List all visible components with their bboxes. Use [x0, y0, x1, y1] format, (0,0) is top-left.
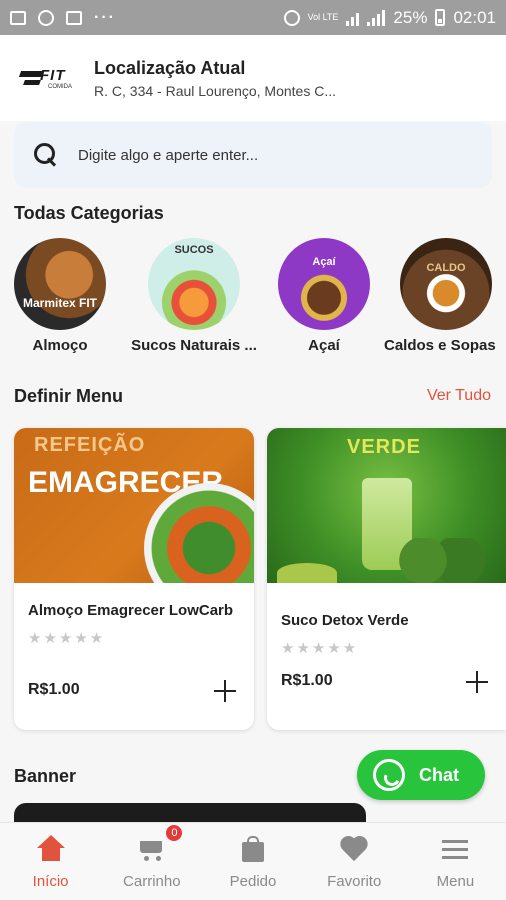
network-type: Vol LTE	[307, 12, 339, 22]
wifi-icon	[346, 10, 360, 26]
category-almoco[interactable]: Marmitex FIT Almoço	[14, 238, 106, 354]
product-name: Suco Detox Verde	[281, 612, 409, 629]
gallery-notification-icon	[10, 10, 26, 25]
category-almoco-image: Marmitex FIT	[14, 238, 106, 330]
see-all-link[interactable]: Ver Tudo	[427, 387, 491, 405]
cart-count-badge: 0	[164, 823, 185, 843]
product-price: R$1.00	[281, 672, 333, 689]
category-caldos[interactable]: CALDO Caldos e Sopas	[384, 238, 496, 354]
nav-label: Favorito	[327, 873, 382, 890]
battery-percent: 25%	[393, 7, 428, 27]
search-bar[interactable]	[14, 122, 492, 188]
menu-title: Definir Menu	[14, 386, 124, 406]
category-label: Sucos Naturais ...	[131, 337, 257, 354]
nav-label: Menu	[436, 873, 475, 890]
location-header[interactable]: FIT COMIDA Localização Atual R. C, 334 -…	[0, 35, 506, 121]
category-label: Almoço	[32, 337, 88, 354]
category-acai-image: Açaí	[278, 238, 370, 330]
product-card[interactable]: VERDE Suco Detox Verde ★★★★★ R$1.00	[267, 428, 506, 730]
nav-carrinho[interactable]: 0 Carrinho	[101, 823, 202, 900]
cart-icon	[136, 835, 168, 865]
app-logo: FIT COMIDA	[18, 63, 82, 93]
product-image: VERDE	[267, 428, 506, 583]
search-icon[interactable]	[32, 141, 60, 169]
bottom-navigation: Início 0 Carrinho Pedido Favorito Menu	[0, 822, 506, 900]
location-title: Localização Atual	[94, 57, 246, 78]
signal-icon	[367, 9, 386, 26]
whatsapp-icon	[373, 759, 405, 791]
more-notifications-icon: ···	[94, 8, 116, 26]
product-name: Almoço Emagrecer LowCarb	[28, 602, 234, 619]
nav-menu[interactable]: Menu	[405, 823, 506, 900]
chat-button[interactable]: Chat	[357, 750, 485, 800]
instagram-notification-icon	[66, 10, 82, 25]
category-caldos-image: CALDO	[400, 238, 492, 330]
battery-icon	[435, 9, 446, 26]
nav-pedido[interactable]: Pedido	[202, 823, 303, 900]
app-notification-icon	[38, 9, 54, 26]
category-sucos[interactable]: SUCOS Sucos Naturais ...	[120, 238, 268, 354]
category-acai[interactable]: Açaí Açaí	[278, 238, 370, 354]
category-sucos-image: SUCOS	[148, 238, 240, 330]
nav-label: Carrinho	[123, 873, 181, 890]
search-input[interactable]	[78, 146, 458, 164]
nav-favorito[interactable]: Favorito	[304, 823, 405, 900]
rating-stars: ★★★★★	[281, 640, 359, 657]
banner-title: Banner	[14, 766, 77, 786]
rating-stars: ★★★★★	[28, 630, 106, 647]
nav-label: Pedido	[229, 873, 277, 890]
category-label: Caldos e Sopas	[384, 337, 496, 354]
heart-icon	[338, 835, 370, 865]
category-label: Açaí	[308, 337, 340, 354]
add-to-cart-icon[interactable]	[214, 680, 236, 702]
alarm-icon	[283, 9, 300, 26]
menu-icon	[439, 835, 471, 865]
add-to-cart-icon[interactable]	[466, 671, 488, 693]
chat-label: Chat	[419, 764, 459, 785]
product-price: R$1.00	[28, 681, 80, 698]
product-image: REFEIÇÃO EMAGRECER	[14, 428, 254, 583]
nav-inicio[interactable]: Início	[0, 823, 101, 900]
nav-label: Início	[32, 873, 69, 890]
home-icon	[35, 835, 67, 865]
status-bar: ··· Vol LTE 25% 02:01	[0, 0, 506, 35]
clock: 02:01	[453, 7, 496, 27]
product-card[interactable]: REFEIÇÃO EMAGRECER Almoço Emagrecer LowC…	[14, 428, 254, 730]
categories-title: Todas Categorias	[14, 203, 164, 223]
bag-icon	[237, 835, 269, 865]
location-address[interactable]: R. C, 334 - Raul Lourenço, Montes C...	[94, 83, 336, 99]
